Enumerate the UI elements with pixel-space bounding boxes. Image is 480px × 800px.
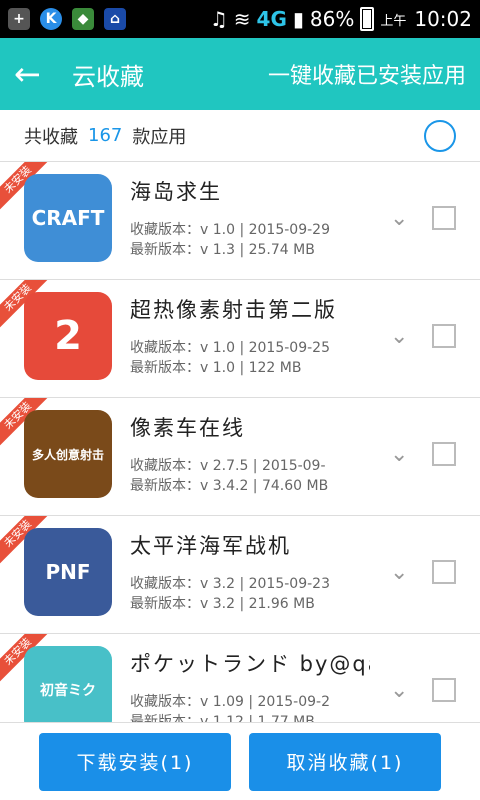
download-install-button[interactable]: 下载安装(1) <box>39 732 231 791</box>
status-time: 10:02 <box>414 7 472 31</box>
collection-count: 167 <box>88 125 123 146</box>
app-name: 海岛求生 <box>130 180 222 204</box>
app-checkbox[interactable] <box>432 324 456 348</box>
select-all-checkbox[interactable] <box>424 120 456 152</box>
chevron-down-icon[interactable]: ⌄ <box>390 678 412 703</box>
app-bar: ← 云收藏 一键收藏已安装应用 <box>0 38 480 110</box>
page-title: 云收藏 <box>72 62 144 91</box>
headphones-icon: ♫ <box>209 7 228 31</box>
bottom-action-bar: 下载安装(1) 取消收藏(1) <box>0 722 480 800</box>
chevron-down-icon[interactable]: ⌄ <box>390 442 412 467</box>
app-name: 超热像素射击第二版 <box>130 298 337 322</box>
latest-version: 最新版本：v 1.0 | 122 MB <box>130 360 302 376</box>
shield-icon: ◆ <box>72 8 94 30</box>
cancel-collection-button[interactable]: 取消收藏(1) <box>249 732 441 791</box>
app-row[interactable]: 未安装 2 超热像素射击第二版 收藏版本：v 1.0 | 2015-09-25 … <box>0 280 480 398</box>
chevron-down-icon[interactable]: ⌄ <box>390 560 412 585</box>
app-icon: 2 <box>24 292 112 380</box>
app-row[interactable]: 未安装 多人创意射击 像素车在线 收藏版本：v 2.7.5 | 2015-09-… <box>0 398 480 516</box>
battery-percent: 86% <box>309 7 355 31</box>
k-app-icon: K <box>40 8 62 30</box>
time-ampm: 上午 <box>380 13 407 29</box>
app-row[interactable]: 未安装 初音ミク ポケットランド by@qa... 收藏版本：v 1.09 | … <box>0 634 480 722</box>
app-row[interactable]: 未安装 PNF 太平洋海军战机 收藏版本：v 3.2 | 2015-09-23 … <box>0 516 480 634</box>
collected-version: 收藏版本：v 1.0 | 2015-09-29 <box>130 222 330 238</box>
app-icon: 多人创意射击 <box>24 410 112 498</box>
collection-summary: 共收藏 167 款应用 <box>0 110 480 162</box>
app-name: 太平洋海军战机 <box>130 534 291 558</box>
latest-version: 最新版本：v 1.3 | 25.74 MB <box>130 242 315 258</box>
latest-version: 最新版本：v 3.2 | 21.96 MB <box>130 596 315 612</box>
back-arrow-icon[interactable]: ← <box>14 58 54 90</box>
app-icon: PNF <box>24 528 112 616</box>
app-checkbox[interactable] <box>432 560 456 584</box>
app-list: 未安装 CRAFT 海岛求生 收藏版本：v 1.0 | 2015-09-29 最… <box>0 162 480 722</box>
battery-icon <box>360 7 375 31</box>
collected-version: 收藏版本：v 3.2 | 2015-09-23 <box>130 576 330 592</box>
collected-version: 收藏版本：v 1.09 | 2015-09-2 <box>130 694 330 710</box>
app-checkbox[interactable] <box>432 442 456 466</box>
chevron-down-icon[interactable]: ⌄ <box>390 206 412 231</box>
collected-version: 收藏版本：v 1.0 | 2015-09-25 <box>130 340 330 356</box>
signal-icon: ▮ <box>292 7 304 31</box>
app-name: 像素车在线 <box>130 416 245 440</box>
app-row[interactable]: 未安装 CRAFT 海岛求生 收藏版本：v 1.0 | 2015-09-29 最… <box>0 162 480 280</box>
collected-version: 收藏版本：v 2.7.5 | 2015-09- <box>130 458 326 474</box>
wifi-icon: ≋ <box>233 7 251 31</box>
latest-version: 最新版本：v 3.4.2 | 74.60 MB <box>130 478 329 494</box>
network-type: 4G <box>256 7 287 31</box>
chevron-down-icon[interactable]: ⌄ <box>390 324 412 349</box>
app-icon: 初音ミク <box>24 646 112 722</box>
summary-suffix: 款应用 <box>132 126 187 148</box>
notification-plus-icon: + <box>8 8 30 30</box>
summary-prefix: 共收藏 <box>24 126 78 148</box>
app-icon: CRAFT <box>24 174 112 262</box>
latest-version: 最新版本：v 1.12 | 1.77 MB <box>130 714 315 722</box>
app-checkbox[interactable] <box>432 206 456 230</box>
app-name: ポケットランド by@qa... <box>130 652 370 676</box>
app-checkbox[interactable] <box>432 678 456 702</box>
collect-installed-button[interactable]: 一键收藏已安装应用 <box>268 58 466 90</box>
status-bar: + K ◆ ⌂ ♫ ≋ 4G ▮ 86% 上午 10:02 <box>0 0 480 38</box>
assistant-icon: ⌂ <box>104 8 126 30</box>
